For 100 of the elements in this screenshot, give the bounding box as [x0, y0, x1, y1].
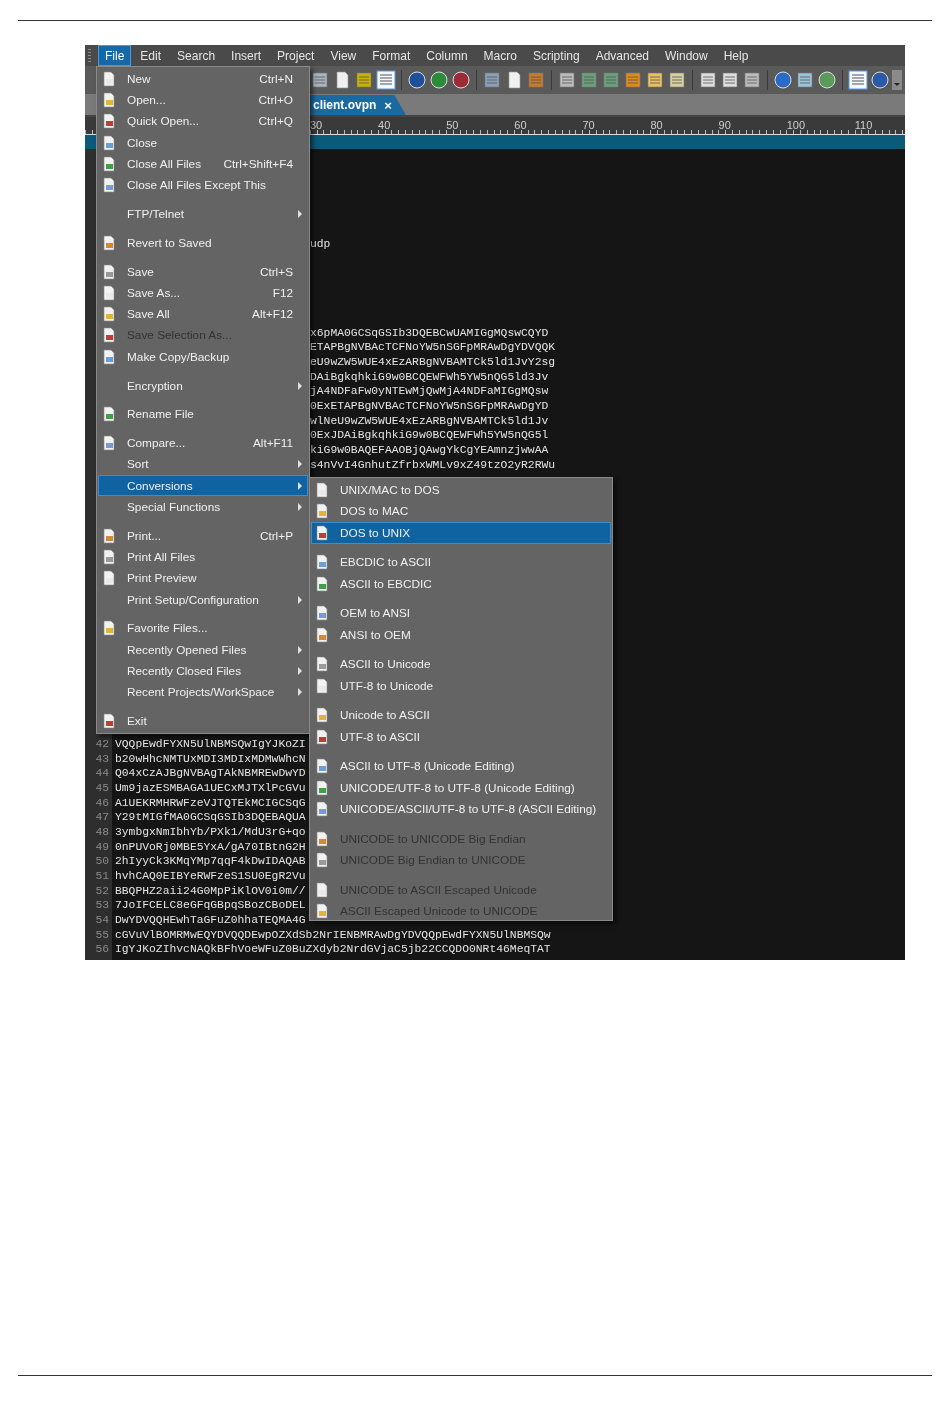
code-line: VQQpEwdFYXN5UlNBMSQwIgYJKoZI — [115, 737, 306, 750]
circle-icon[interactable] — [451, 70, 471, 90]
line-number: 44 — [94, 767, 109, 780]
file-tab[interactable]: client.ovpn × — [309, 95, 406, 115]
square-icon[interactable] — [720, 70, 740, 90]
menu-item[interactable]: ASCII to Unicode — [311, 653, 611, 675]
menu-item[interactable]: UNICODE/UTF-8 to UTF-8 (Unicode Editing) — [311, 777, 611, 799]
line-number: 48 — [94, 825, 109, 838]
menu-item[interactable]: Macro — [476, 45, 524, 66]
menu-item[interactable]: DOS to UNIX — [311, 522, 611, 544]
menu-item[interactable]: ASCII to UTF-8 (Unicode Editing) — [311, 755, 611, 777]
overflow-chevron-icon[interactable] — [892, 70, 902, 90]
menu-item[interactable]: Column — [419, 45, 475, 66]
menu-item[interactable]: Print Preview — [98, 567, 308, 590]
menu-item[interactable]: Help — [716, 45, 756, 66]
code-line: wlNeU9wZW5WUE4xEzARBgNVBAMTCk5ld1Jv — [310, 414, 549, 427]
menu-item[interactable]: FTP/Telnet — [98, 203, 308, 225]
menu-item[interactable]: Edit — [133, 45, 169, 66]
menu-item[interactable]: Encryption — [98, 374, 308, 397]
code-line: 0nPUVoRj0MBE5YxA/gA70IBtnG2H — [115, 840, 306, 853]
line-number: 49 — [94, 840, 109, 853]
menu-item[interactable]: EBCDIC to ASCII — [311, 551, 611, 573]
ruler-number: 40 — [378, 118, 392, 133]
code-line: eU9wZW5WUE4xEzARBgNVBAMTCk5ld1JvY2sg — [310, 355, 556, 368]
list-icon[interactable] — [376, 70, 396, 90]
menu-item[interactable]: Print... Ctrl+P — [98, 525, 308, 547]
menu-item[interactable]: ANSI to OEM — [311, 624, 611, 646]
code-line: x6pMA0GCSqGSIb3DQEBCwUAMIGgMQswCQYD — [310, 326, 549, 339]
menu-item[interactable]: Print Setup/Configuration — [98, 589, 308, 611]
menu-item[interactable]: Close All Files Ctrl+Shift+F4 — [98, 153, 308, 175]
menu-item[interactable]: Save All Alt+F12 — [98, 303, 308, 325]
square-icon[interactable] — [698, 70, 718, 90]
menu-item[interactable]: Window — [658, 45, 715, 66]
circle-icon[interactable] — [407, 70, 427, 90]
menu-item[interactable]: Close All Files Except This — [98, 174, 308, 196]
menu-item[interactable]: Scripting — [525, 45, 587, 66]
tab-label: client.ovpn — [313, 98, 377, 112]
menu-item[interactable]: Rename File — [98, 403, 308, 425]
code-line: DwYDVQQHEwhTaGFuZ0hhaTEQMA4G — [115, 914, 306, 927]
menu-item[interactable]: Recent Projects/WorkSpace — [98, 681, 308, 703]
menu-item[interactable]: Recently Opened Files — [98, 639, 308, 661]
circle-icon[interactable] — [429, 70, 449, 90]
ruler-number: 30 — [310, 118, 324, 133]
list-icon[interactable] — [848, 70, 868, 90]
menu-item[interactable]: Save As... F12 — [98, 282, 308, 304]
menu-item[interactable]: UNIX/MAC to DOS — [311, 479, 611, 501]
ruler-number: 100 — [786, 118, 806, 133]
menu-item[interactable]: Compare... Alt+F11 — [98, 432, 308, 454]
close-icon[interactable]: × — [384, 97, 392, 113]
square-icon[interactable] — [742, 70, 762, 90]
menu-item[interactable]: Quick Open... Ctrl+Q — [98, 110, 308, 132]
menu-item[interactable]: UTF-8 to ASCII — [311, 726, 611, 748]
code-line: jA4NDFaFw0yNTEwMjQwMjA4NDFaMIGgMQsw — [310, 385, 549, 398]
menu-item[interactable]: Project — [270, 45, 322, 66]
line-number: 52 — [94, 884, 109, 897]
code-line: ETAPBgNVBAcTCFNoYW5nSGFpMRAwDgYDVQQK — [310, 341, 556, 354]
menu-item[interactable]: DOS to MAC — [311, 500, 611, 522]
ruler-number: 110 — [854, 118, 874, 133]
ruler-number: 80 — [650, 118, 664, 133]
menu-item[interactable]: Revert to Saved — [98, 232, 308, 254]
menu-item[interactable]: Make Copy/Backup — [98, 346, 308, 368]
menu-item[interactable]: Format — [365, 45, 418, 66]
square-icon[interactable] — [310, 70, 330, 90]
circle-icon[interactable] — [773, 70, 793, 90]
square-icon[interactable] — [354, 70, 374, 90]
code-line: Y29tMIGfMA0GCSqGSIb3DQEBAQUA — [115, 811, 306, 824]
menu-item[interactable]: Open... Ctrl+O — [98, 89, 308, 111]
menu-item[interactable]: Save Ctrl+S — [98, 260, 308, 283]
menu-item[interactable]: Search — [170, 45, 223, 66]
menu-item[interactable]: OEM to ANSI — [311, 602, 611, 624]
line-number: 56 — [94, 943, 109, 956]
code-line: Um9jazESMBAGA1UECxMJTXlPcGVu — [115, 781, 306, 794]
menu-item[interactable]: Recently Closed Files — [98, 660, 308, 682]
menu-item[interactable]: UNICODE/ASCII/UTF-8 to UTF-8 (ASCII Editing) — [311, 798, 611, 820]
menu-item[interactable]: Close — [98, 131, 308, 154]
menu-item[interactable]: View — [323, 45, 364, 66]
menu-item[interactable]: UTF-8 to Unicode — [311, 675, 611, 697]
line-number: 42 — [94, 737, 109, 750]
menu-item[interactable]: Insert — [224, 45, 269, 66]
menu-item[interactable]: Advanced — [588, 45, 656, 66]
menu-item[interactable]: File — [98, 45, 132, 66]
menu-item[interactable]: Conversions — [98, 475, 308, 497]
menu-item[interactable]: Favorite Files... — [98, 617, 308, 640]
menu-item[interactable]: Special Functions — [98, 496, 308, 518]
circle-icon[interactable] — [817, 70, 837, 90]
menu-item[interactable]: Unicode to ASCII — [311, 704, 611, 726]
circle-icon[interactable] — [870, 70, 890, 90]
square-icon[interactable] — [795, 70, 815, 90]
line-number: 54 — [94, 914, 109, 927]
line-number: 45 — [94, 781, 109, 794]
square-icon[interactable] — [667, 70, 687, 90]
code-line: BBQPHZ2aii24G0MpPiKlOV0i0m// — [115, 884, 306, 897]
ruler-number: 70 — [582, 118, 596, 133]
square-icon[interactable] — [557, 70, 577, 90]
code-line: A1UEKRMHRWFzeVJTQTEkMCIGCSqG — [115, 796, 306, 809]
menu-item[interactable]: Print All Files — [98, 546, 308, 568]
menu-item[interactable]: Exit — [98, 710, 308, 732]
menu-item[interactable]: ASCII to EBCDIC — [311, 573, 611, 595]
square-icon[interactable] — [645, 70, 665, 90]
menu-item[interactable]: Sort — [98, 453, 308, 476]
